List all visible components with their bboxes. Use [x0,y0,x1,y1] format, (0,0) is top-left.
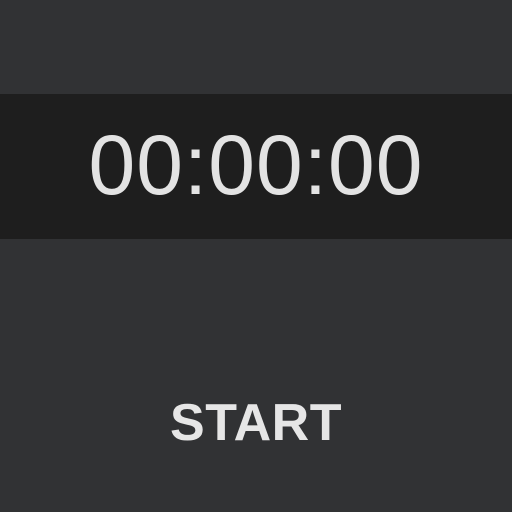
top-bar [0,0,512,94]
timer-band: 00:00:00 [0,94,512,239]
stopwatch-screen: 00:00:00 START [0,0,512,512]
controls-area [0,239,512,512]
start-button[interactable]: START [128,380,384,466]
timer-display: 00:00:00 [88,117,424,212]
